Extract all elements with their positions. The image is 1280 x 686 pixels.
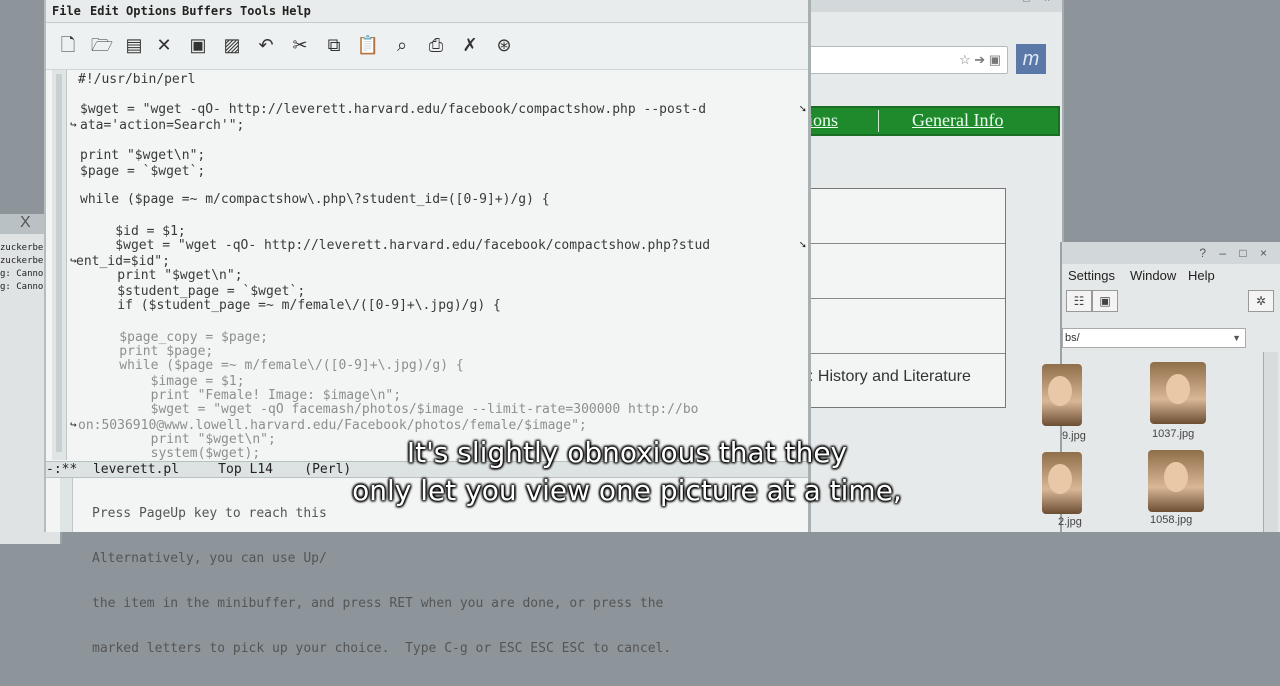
path-input[interactable]: bs/ ▼: [1062, 328, 1246, 348]
site-navbar: ions General Info: [806, 106, 1060, 136]
emacs-toolbar: 🗋 🗁 ▤ ✕ ▣ ▨ ↶ ✂ ⧉ 📋 ⌕ ⎙ ✗ ⊛: [46, 23, 808, 70]
continuation-icon: ↪: [70, 118, 77, 131]
menu-help[interactable]: Help: [282, 4, 311, 18]
minibuffer-line: the item in the minibuffer, and press RE…: [92, 596, 664, 611]
save-icon[interactable]: ▣: [186, 33, 210, 57]
image-view-icon[interactable]: ▣: [1092, 290, 1118, 312]
nav-link-general-info[interactable]: General Info: [912, 110, 1003, 131]
thumbnail-label: 2.jpg: [1058, 516, 1082, 528]
close-icon[interactable]: ✕: [152, 33, 176, 57]
code-line: $image = $1;: [88, 374, 245, 389]
list-view-icon[interactable]: ☷: [1066, 290, 1092, 312]
search-icon[interactable]: ⌕: [390, 33, 414, 57]
code-line: $student_page = `$wget`;: [86, 284, 306, 299]
settings-icon[interactable]: ✲: [1248, 290, 1274, 312]
cut-icon[interactable]: ✂: [288, 33, 312, 57]
minibuffer-line: Press PageUp key to reach this: [92, 506, 327, 521]
minibuffer[interactable]: Press PageUp key to reach this Alternati…: [92, 476, 671, 686]
open-folder-icon[interactable]: 🗁: [90, 33, 114, 57]
code-line: $id = $1;: [84, 224, 186, 239]
code-line: while ($page =~ m/compactshow\.php\?stud…: [80, 192, 550, 207]
code-line: if ($student_page =~ m/female\/([0-9]+\.…: [86, 298, 501, 313]
bookmark-star-icon[interactable]: ☆ ➔ ▣: [959, 52, 1001, 68]
print-icon[interactable]: ⎙: [424, 33, 448, 57]
menu-settings[interactable]: Settings: [1068, 268, 1115, 283]
wrap-arrow-icon: ➘: [799, 102, 806, 115]
facebook-logo-icon[interactable]: m: [1016, 44, 1046, 74]
undo-icon[interactable]: ↶: [254, 33, 278, 57]
new-file-icon[interactable]: 🗋: [56, 33, 80, 57]
code-line: print "Female! Image: $image\n";: [88, 388, 402, 403]
url-bar[interactable]: ☆ ➔ ▣: [806, 46, 1008, 74]
file-browser-menubar: Settings Window Help: [1062, 264, 1280, 286]
code-line: $page_copy = $page;: [88, 330, 269, 345]
subtitle-line: It's slightly obnoxious that they: [406, 436, 848, 469]
content-table: : History and Literature: [806, 188, 1006, 408]
table-row: [807, 244, 1005, 299]
chevron-down-icon[interactable]: ▼: [1232, 329, 1241, 347]
wrap-arrow-icon: ➘: [799, 238, 806, 251]
paste-icon[interactable]: 📋: [356, 33, 380, 57]
code-line: $wget = "wget -qO- http://leverett.harva…: [84, 238, 711, 253]
minibuffer-line: Alternatively, you can use Up/: [92, 551, 327, 566]
copy-icon[interactable]: ⧉: [322, 33, 346, 57]
code-line: on:5036910@www.lowell.harvard.edu/Facebo…: [78, 418, 587, 433]
window-controls[interactable]: – □ ×: [1003, 0, 1056, 5]
browser-titlebar: – □ ×: [800, 0, 1062, 12]
code-line: $wget = "wget -qO- http://leverett.harva…: [80, 102, 707, 117]
scroll-thumb[interactable]: [56, 74, 62, 452]
menu-edit[interactable]: Edit: [90, 4, 119, 18]
table-row: : History and Literature: [807, 354, 1005, 408]
buffer-scrollbar[interactable]: [52, 70, 67, 460]
emacs-menubar: File Edit Options Buffers Tools Help: [46, 0, 808, 23]
code-line: $page = `$wget`;: [80, 164, 206, 179]
menu-file[interactable]: File: [52, 4, 81, 18]
nav-divider: [878, 110, 879, 132]
menu-window[interactable]: Window: [1130, 268, 1176, 283]
photo-thumbnail[interactable]: [1042, 364, 1082, 426]
help-icon[interactable]: ⊛: [492, 33, 516, 57]
file-browser-titlebar: ? – □ ×: [1062, 242, 1280, 264]
file-browser-toolbar: ☷ ▣ ✲: [1062, 286, 1280, 316]
code-line: $wget = "wget -qO facemash/photos/$image…: [88, 402, 699, 417]
table-row: [807, 189, 1005, 244]
minibuffer-line: marked letters to pick up your choice. T…: [92, 641, 672, 656]
code-line: print "$wget\n";: [86, 268, 243, 283]
preferences-icon[interactable]: ✗: [458, 33, 482, 57]
table-row: [807, 299, 1005, 354]
thumbnail-label: 1058.jpg: [1150, 514, 1193, 526]
menu-buffers[interactable]: Buffers: [182, 4, 233, 18]
subtitle-line: only let you view one picture at a time,: [352, 474, 902, 507]
menu-help[interactable]: Help: [1188, 268, 1215, 283]
menu-tools[interactable]: Tools: [240, 4, 276, 18]
scrollbar[interactable]: [1263, 352, 1278, 532]
code-line: ata='action=Search'";: [80, 118, 245, 133]
dired-icon[interactable]: ▤: [122, 33, 146, 57]
nav-link-partial[interactable]: ions: [808, 110, 838, 131]
code-line: while ($page =~ m/female\/([0-9]+\.jpg)/…: [88, 358, 464, 373]
menu-options[interactable]: Options: [126, 4, 177, 18]
code-line: print $page;: [88, 344, 214, 359]
photo-thumbnail[interactable]: [1150, 362, 1206, 424]
code-line: #!/usr/bin/perl: [78, 72, 196, 87]
window-controls[interactable]: ? – □ ×: [1199, 246, 1272, 260]
save-as-icon[interactable]: ▨: [220, 33, 244, 57]
code-line: print "$wget\n";: [80, 148, 206, 163]
close-icon[interactable]: X: [20, 214, 31, 232]
code-line: ent_id=$id";: [76, 254, 170, 269]
section-label: : History and Literature: [809, 368, 971, 385]
continuation-icon: ↪: [70, 418, 77, 431]
